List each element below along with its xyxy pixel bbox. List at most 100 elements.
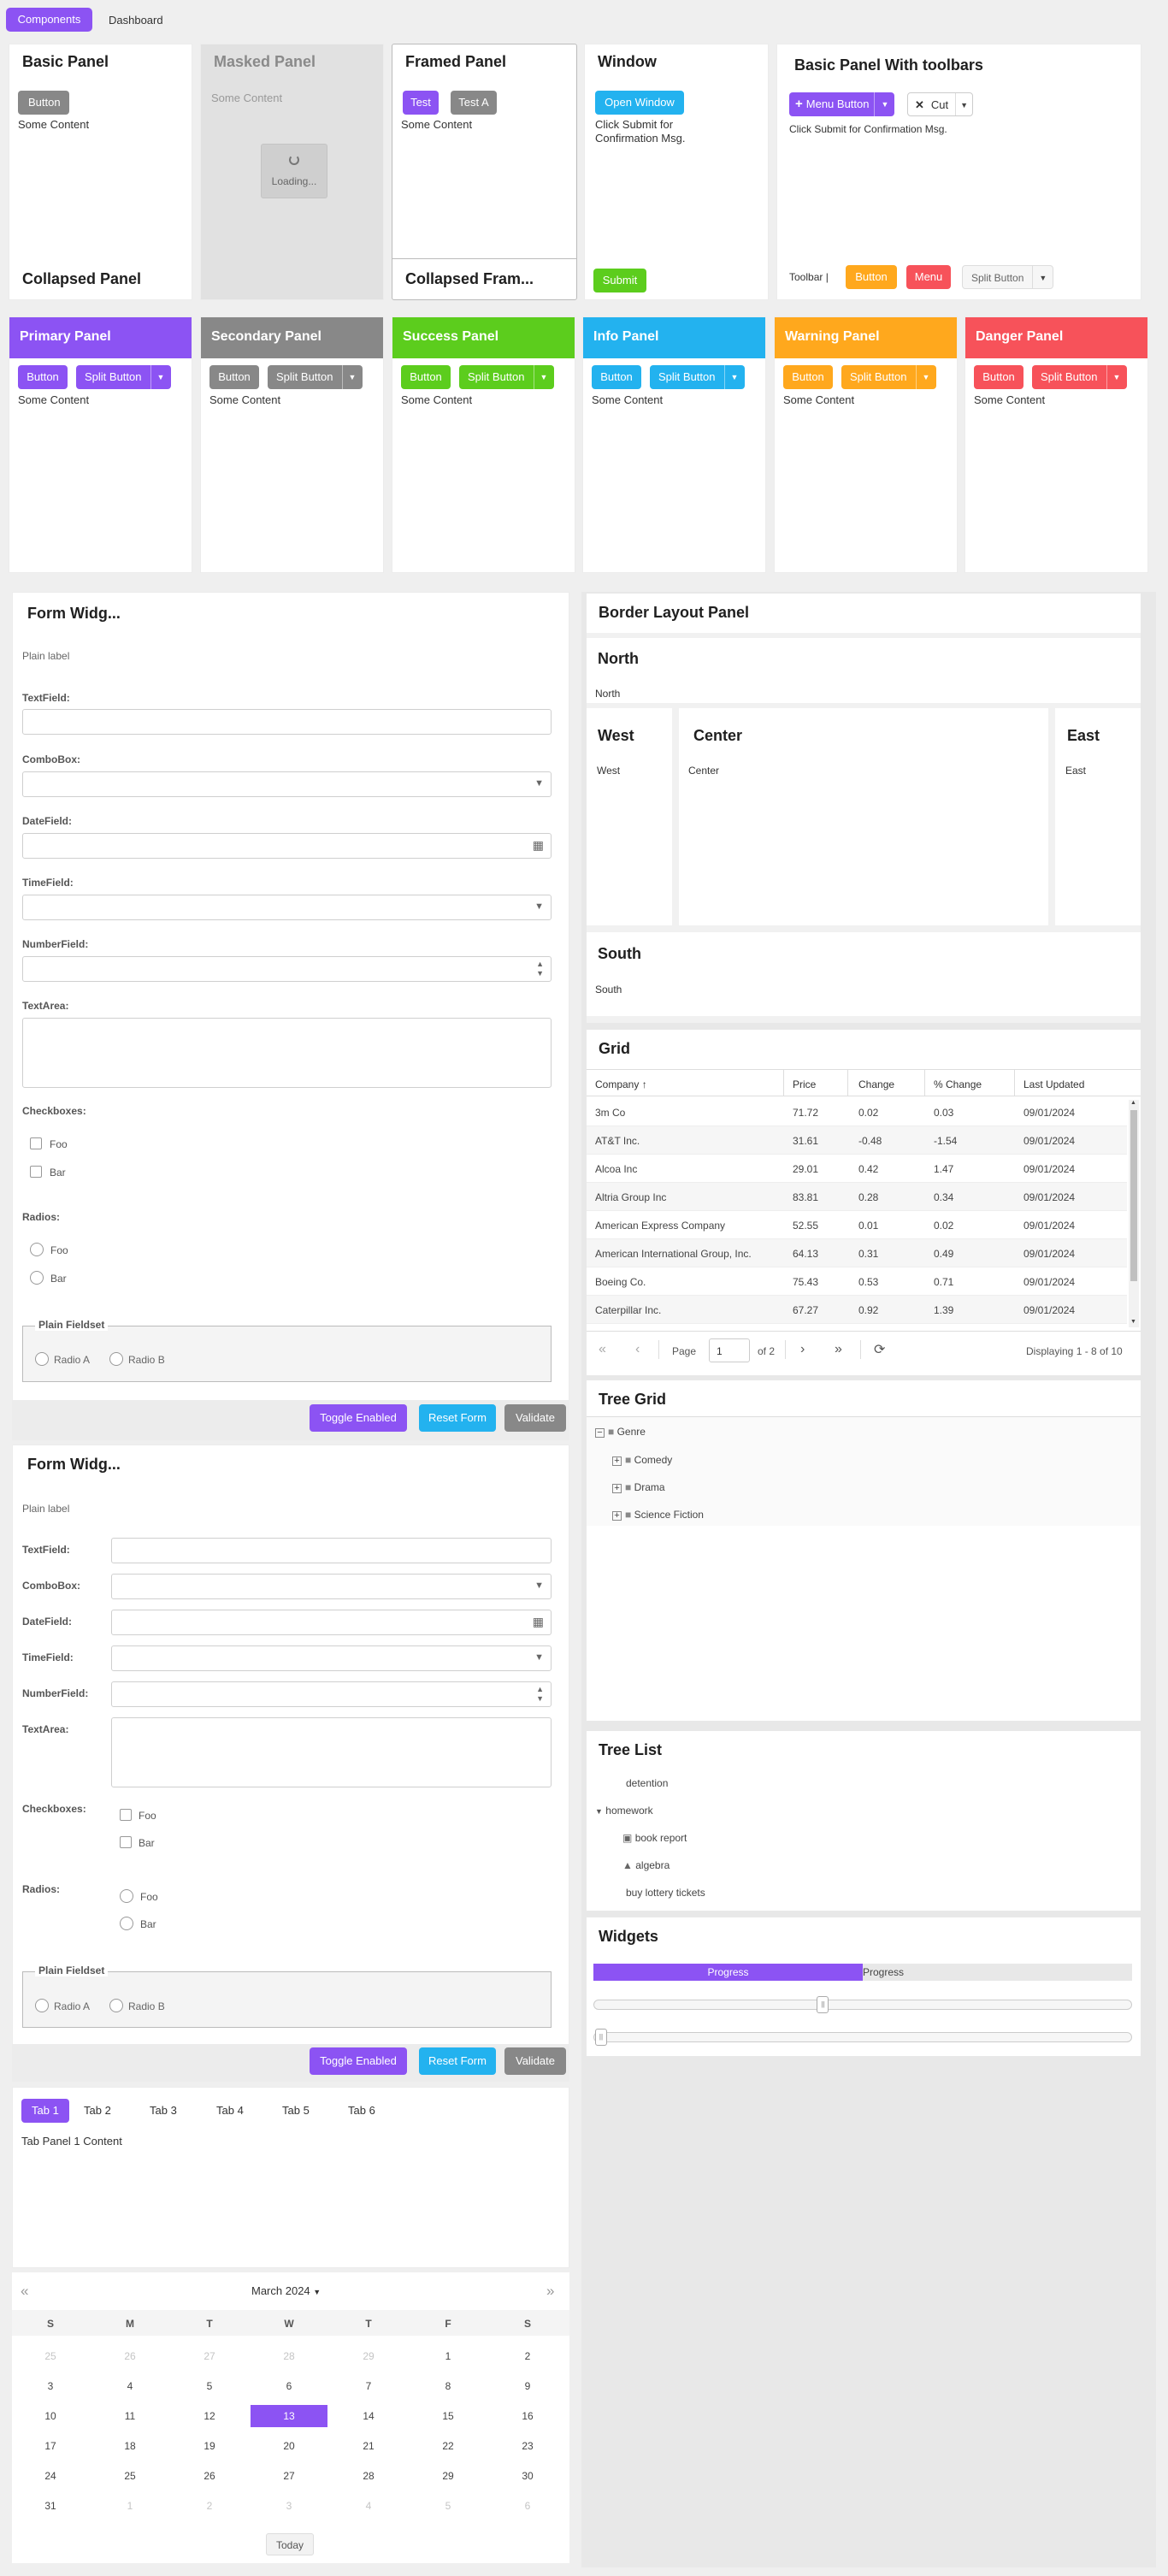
calendar-day[interactable]: 26 [91, 2345, 168, 2367]
last-page-icon[interactable]: » [835, 1342, 842, 1357]
tree-node-drama[interactable]: + ■ Drama [612, 1481, 665, 1493]
calendar-day[interactable]: 1 [410, 2345, 487, 2367]
today-button[interactable]: Today [266, 2533, 314, 2555]
calendar-day[interactable]: 26 [171, 2465, 248, 2487]
table-row[interactable]: Altria Group Inc 83.81 0.28 0.34 09/01/2024 [587, 1183, 1127, 1211]
tab-1[interactable]: Tab 1 [21, 2099, 69, 2123]
split-button[interactable]: Split Button ▼ [841, 365, 936, 389]
calendar-day[interactable]: 29 [410, 2465, 487, 2487]
calendar-day[interactable]: 21 [330, 2435, 407, 2457]
number-field[interactable]: ▲ ▼ [22, 956, 552, 982]
split-button[interactable]: Split Button ▼ [650, 365, 745, 389]
expand-icon[interactable]: + [612, 1484, 622, 1493]
calendar-day[interactable]: 1 [91, 2495, 168, 2517]
toggle-enabled-button[interactable]: Toggle Enabled [310, 2047, 407, 2075]
calendar-day[interactable]: 29 [330, 2345, 407, 2367]
chevron-down-icon[interactable]: ▼ [955, 93, 972, 115]
first-page-icon[interactable]: « [599, 1342, 606, 1357]
chevron-down-icon[interactable]: ▼ [1032, 266, 1053, 288]
slider-track[interactable] [593, 2000, 1132, 2010]
next-page-icon[interactable]: › [800, 1342, 805, 1357]
calendar-day[interactable]: 6 [251, 2375, 327, 2397]
checkbox-foo[interactable] [120, 1809, 132, 1821]
chevron-down-icon[interactable]: ▼ [534, 778, 544, 789]
radio-bar[interactable] [120, 1917, 133, 1930]
calendar-icon[interactable]: ▦ [533, 1615, 544, 1629]
tab-2[interactable]: Tab 2 [74, 2099, 121, 2123]
toolbar-button[interactable]: Button [846, 265, 897, 289]
time-field[interactable]: ▼ [22, 895, 552, 920]
tab-5[interactable]: Tab 5 [272, 2099, 320, 2123]
table-row[interactable]: American Express Company 52.55 0.01 0.02 09/… [587, 1211, 1127, 1239]
chevron-down-icon[interactable]: ▼ [534, 901, 544, 912]
calendar-day[interactable]: 31 [12, 2495, 89, 2517]
tree-item-homework[interactable]: ▼ homework [595, 1805, 653, 1817]
spinner-arrows-icon[interactable]: ▲ ▼ [536, 960, 544, 978]
calendar-day[interactable]: 25 [12, 2345, 89, 2367]
radio-a[interactable] [35, 1352, 49, 1366]
table-row[interactable]: American International Group, Inc. 64.13 0… [587, 1239, 1127, 1267]
collapse-icon[interactable]: − [595, 1428, 605, 1438]
calendar-day[interactable]: 28 [330, 2465, 407, 2487]
refresh-icon[interactable]: ⟳ [874, 1341, 885, 1358]
combobox-field[interactable]: ▼ [22, 771, 552, 797]
calendar-day[interactable]: 14 [330, 2405, 407, 2427]
calendar-day[interactable]: 30 [489, 2465, 566, 2487]
calendar-day[interactable]: 27 [171, 2345, 248, 2367]
calendar-day[interactable]: 27 [251, 2465, 327, 2487]
test-a-button[interactable]: Test A [451, 91, 497, 115]
table-row[interactable]: 3m Co 71.72 0.02 0.03 09/01/2024 [587, 1098, 1127, 1126]
calendar-day[interactable]: 24 [12, 2465, 89, 2487]
toggle-enabled-button[interactable]: Toggle Enabled [310, 1404, 407, 1432]
split-button[interactable]: Split Button ▼ [268, 365, 363, 389]
time-field[interactable]: ▼ [111, 1645, 552, 1671]
table-row[interactable]: Boeing Co. 75.43 0.53 0.71 09/01/2024 [587, 1267, 1127, 1296]
spinner-arrows-icon[interactable]: ▲ ▼ [536, 1685, 544, 1704]
calendar-day[interactable]: 2 [489, 2345, 566, 2367]
chevron-down-icon[interactable]: ▼ [341, 365, 363, 389]
calendar-day[interactable]: 15 [410, 2405, 487, 2427]
scroll-thumb[interactable] [1130, 1110, 1137, 1281]
slider-thumb[interactable]: || [817, 1996, 829, 2013]
calendar-day[interactable]: 18 [91, 2435, 168, 2457]
reset-form-button[interactable]: Reset Form [419, 2047, 496, 2075]
menu-split-button[interactable]: + Menu Button ▼ [789, 92, 895, 116]
calendar-day[interactable]: 12 [171, 2405, 248, 2427]
text-field[interactable] [22, 709, 552, 735]
calendar-day[interactable]: 20 [251, 2435, 327, 2457]
table-row[interactable]: Caterpillar Inc. 67.27 0.92 1.39 09/01/2024 [587, 1296, 1127, 1324]
split-button[interactable]: Split Button ▼ [76, 365, 171, 389]
checkbox-bar[interactable] [30, 1166, 42, 1178]
button[interactable]: Button [18, 365, 68, 389]
expand-icon[interactable]: + [612, 1456, 622, 1466]
text-field[interactable] [111, 1538, 552, 1563]
test-button[interactable]: Test [403, 91, 439, 115]
chevron-down-icon[interactable]: ▼ [1106, 365, 1127, 389]
chevron-down-icon[interactable]: ▼ [874, 92, 894, 116]
chevron-down-icon[interactable]: ▼ [915, 365, 936, 389]
chevron-down-icon[interactable]: ▼ [534, 1652, 544, 1663]
split-button[interactable]: Split Button ▼ [1032, 365, 1127, 389]
calendar-day[interactable]: 25 [91, 2465, 168, 2487]
expand-icon[interactable]: + [612, 1511, 622, 1521]
slider-thumb-2[interactable]: || [595, 2029, 607, 2046]
column-header-company[interactable]: Company ↑ [595, 1078, 647, 1090]
tree-node-comedy[interactable]: + ■ Comedy [612, 1454, 672, 1466]
radio-b[interactable] [109, 1352, 123, 1366]
tab-3[interactable]: Tab 3 [139, 2099, 187, 2123]
column-header-price[interactable]: Price [793, 1078, 816, 1090]
calendar-day[interactable]: 4 [330, 2495, 407, 2517]
cut-split-button[interactable]: ✕ Cut ▼ [907, 92, 974, 116]
open-window-button[interactable]: Open Window [595, 91, 684, 115]
radio-b[interactable] [109, 1999, 123, 2012]
calendar-day[interactable]: 6 [489, 2495, 566, 2517]
text-area[interactable] [111, 1717, 552, 1787]
combobox-field[interactable]: ▼ [111, 1574, 552, 1599]
radio-bar[interactable] [30, 1271, 44, 1285]
split-button[interactable]: Split Button ▼ [962, 265, 1054, 289]
button[interactable]: Button [401, 365, 451, 389]
vertical-scrollbar[interactable]: ▲ ▼ [1129, 1100, 1139, 1327]
scroll-down-arrow[interactable]: ▼ [1130, 1319, 1136, 1325]
checkbox-bar[interactable] [120, 1836, 132, 1848]
date-field[interactable]: ▦ [22, 833, 552, 859]
